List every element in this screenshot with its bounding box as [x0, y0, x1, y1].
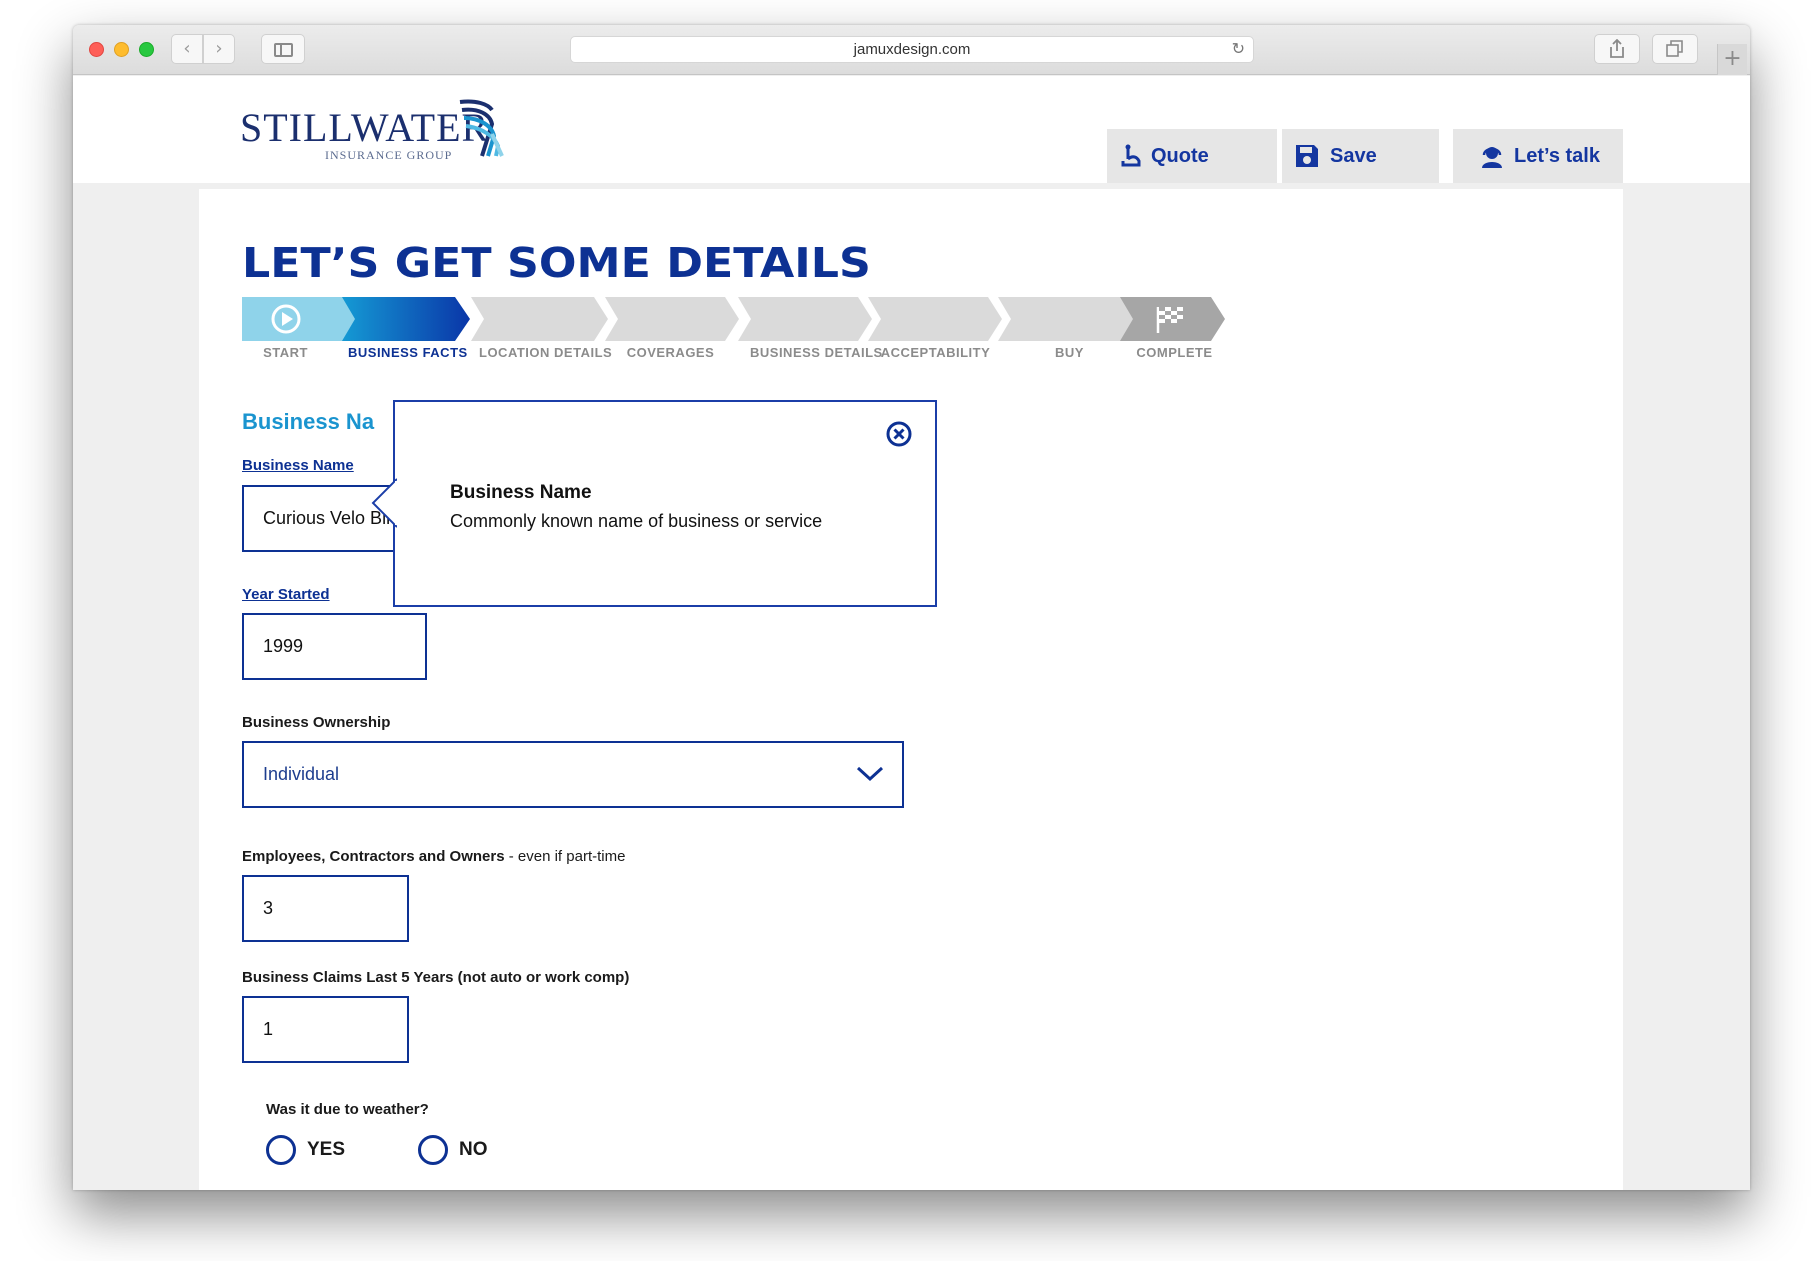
employees-label-suffix: - even if part-time: [504, 848, 626, 865]
close-window-button[interactable]: [89, 42, 104, 57]
chevron-down-icon: [856, 766, 884, 782]
employees-label: Employees, Contractors and Owners - even…: [242, 848, 625, 865]
lets-talk-label: Let’s talk: [1514, 145, 1600, 167]
new-tab-button[interactable]: +: [1717, 44, 1747, 75]
progress-step-business-facts[interactable]: BUSINESS FACTS: [342, 297, 477, 377]
weather-yes-radio[interactable]: [266, 1135, 296, 1165]
weather-no-label[interactable]: NO: [459, 1139, 488, 1161]
reload-icon[interactable]: ↻: [1232, 37, 1245, 62]
share-icon: [1610, 38, 1624, 58]
stillwater-logo[interactable]: STILLWATER INSURANCE GROUP: [240, 96, 504, 166]
step-acceptability-segment: [868, 297, 1002, 341]
progress-step-buy[interactable]: BUY: [998, 297, 1138, 377]
step-label-business-facts: BUSINESS FACTS: [348, 345, 468, 360]
step-label-complete: COMPLETE: [1136, 345, 1213, 360]
main-content-card: LET’S GET SOME DETAILS START BUSINESS FA…: [199, 189, 1623, 1190]
step-label-coverages: COVERAGES: [626, 345, 715, 360]
weather-yes-label[interactable]: YES: [307, 1139, 345, 1161]
lets-talk-button[interactable]: Let’s talk: [1453, 129, 1623, 183]
business-name-tooltip: Business Name Commonly known name of bus…: [371, 400, 937, 607]
step-business-details-segment: [738, 297, 872, 341]
brand-tagline: INSURANCE GROUP: [325, 148, 453, 162]
business-ownership-value: Individual: [263, 764, 340, 784]
quote-details-icon: [1121, 144, 1141, 167]
screenshot-stage: ‹ › jamuxdesign.com ↻ + STILLWATER INSUR…: [0, 0, 1816, 1261]
sidebar-icon: [273, 43, 293, 57]
plus-icon: +: [1723, 46, 1742, 71]
step-business-facts-segment: [342, 297, 470, 341]
save-floppy-icon: [1296, 145, 1318, 167]
share-button[interactable]: [1594, 34, 1640, 64]
page-title: LET’S GET SOME DETAILS: [242, 239, 871, 287]
step-complete-segment: [1120, 297, 1225, 341]
zoom-window-button[interactable]: [139, 42, 154, 57]
step-label-buy: BUY: [1055, 345, 1084, 360]
business-name-label[interactable]: Business Name: [242, 457, 354, 474]
close-circle-icon[interactable]: [885, 420, 913, 448]
minimize-window-button[interactable]: [114, 42, 129, 57]
browser-window: ‹ › jamuxdesign.com ↻ + STILLWATER INSUR…: [73, 25, 1750, 1190]
tooltip-title: Business Name: [450, 482, 592, 503]
tooltip-pointer: [371, 478, 397, 528]
employees-label-text: Employees, Contractors and Owners: [242, 848, 505, 865]
step-location-details-segment: [471, 297, 608, 341]
progress-step-business-details[interactable]: BUSINESS DETAILS: [738, 297, 883, 377]
web-page: STILLWATER INSURANCE GROUP Quote Save Le…: [73, 76, 1750, 1190]
show-tabs-button[interactable]: [1652, 34, 1698, 64]
sidebar-toggle-button[interactable]: [261, 34, 305, 64]
section-title: Business Na: [242, 409, 375, 434]
url-text: jamuxdesign.com: [853, 41, 971, 58]
step-label-start: START: [263, 345, 308, 360]
site-header: STILLWATER INSURANCE GROUP Quote Save Le…: [73, 76, 1750, 221]
weather-question: Was it due to weather?: [266, 1101, 429, 1118]
step-buy-segment: [998, 297, 1138, 341]
step-label-location-details: LOCATION DETAILS: [479, 345, 613, 360]
step-label-acceptability: ACCEPTABILITY: [880, 345, 991, 360]
progress-step-complete[interactable]: COMPLETE: [1120, 297, 1255, 377]
headset-agent-icon: [1482, 147, 1502, 168]
back-button[interactable]: ‹: [171, 34, 203, 64]
progress-step-coverages[interactable]: COVERAGES: [605, 297, 740, 377]
browser-titlebar: ‹ › jamuxdesign.com ↻ +: [73, 25, 1750, 75]
tooltip-text: Commonly known name of business or servi…: [450, 511, 823, 531]
tabs-icon: [1666, 40, 1683, 57]
year-started-label[interactable]: Year Started: [242, 586, 330, 603]
save-quote-button[interactable]: Save Quote: [1282, 129, 1439, 221]
progress-tracker: START BUSINESS FACTS LOCATION DETAILS CO…: [242, 297, 1230, 377]
stillwater-logo-icon: [459, 99, 504, 157]
claims-input[interactable]: 1: [242, 996, 409, 1063]
progress-step-acceptability[interactable]: ACCEPTABILITY: [868, 297, 1003, 377]
progress-step-location-details[interactable]: LOCATION DETAILS: [471, 297, 613, 377]
step-coverages-segment: [605, 297, 739, 341]
weather-no-radio[interactable]: [418, 1135, 448, 1165]
forward-button[interactable]: ›: [203, 34, 235, 64]
claims-label: Business Claims Last 5 Years (not auto o…: [242, 969, 630, 986]
chevron-left-icon: ‹: [183, 38, 191, 59]
year-started-input[interactable]: 1999: [242, 613, 427, 680]
step-label-business-details: BUSINESS DETAILS: [750, 345, 883, 360]
chevron-right-icon: ›: [215, 38, 223, 59]
employees-input[interactable]: 3: [242, 875, 409, 942]
business-ownership-select[interactable]: Individual: [242, 741, 904, 808]
quote-details-button[interactable]: Quote Details: [1107, 129, 1277, 221]
address-bar[interactable]: jamuxdesign.com ↻: [570, 36, 1254, 63]
brand-name: STILLWATER: [240, 105, 490, 150]
business-ownership-label: Business Ownership: [242, 714, 391, 731]
